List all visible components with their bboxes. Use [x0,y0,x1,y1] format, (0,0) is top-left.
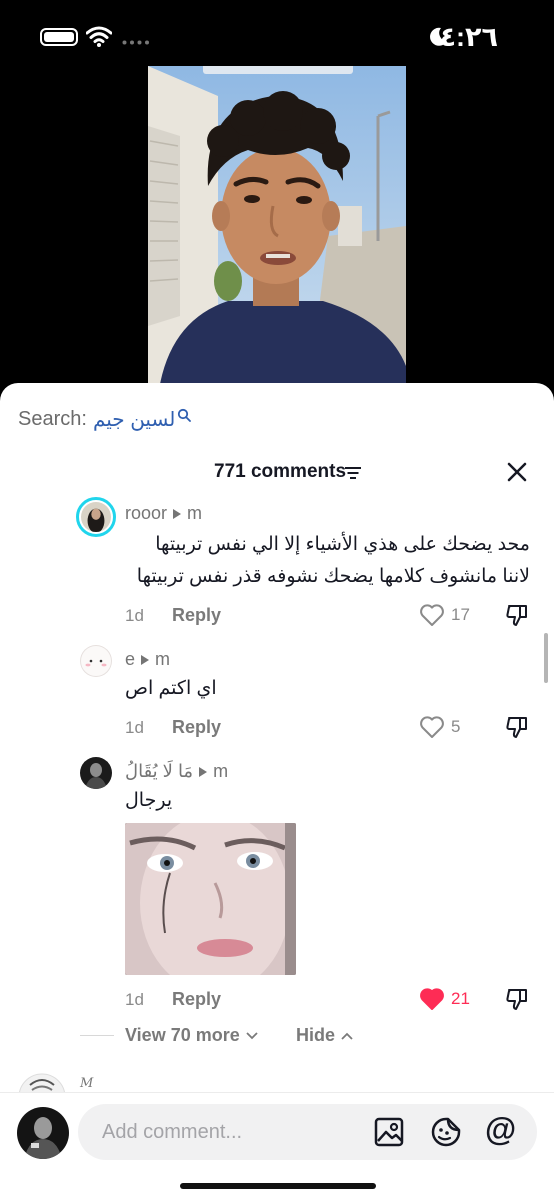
search-term-link[interactable]: لسين جيم [93,407,175,432]
comments-sheet: Search: لسين جيم 771 comments rooor m مح… [0,383,554,1200]
chevron-up-icon [341,1032,353,1040]
comment-count: 771 comments [214,461,347,482]
comment-text: يرجال [125,790,173,811]
dislike-icon[interactable] [505,987,529,1011]
video-player[interactable] [148,66,406,396]
heart-icon [420,988,444,1010]
comment-date: 1d [125,990,144,1009]
username[interactable]: e [125,649,135,670]
reply-arrow-icon [141,654,150,665]
thread-controls: View 70 more Hide [0,1023,554,1049]
heart-icon [420,716,444,738]
reply-button[interactable]: Reply [172,717,221,738]
reply-to-username[interactable]: m [213,761,228,782]
comment-text: محد يضحك على هذي الأشياء إلا الي نفس ترب… [136,534,530,587]
avatar[interactable] [76,497,116,537]
comment-input[interactable] [78,1104,537,1160]
reply-author-line: rooor m [125,503,202,524]
comment-date: 1d [125,606,144,625]
hide-label: Hide [296,1025,336,1045]
filter-icon[interactable] [344,466,362,480]
dislike-icon[interactable] [505,603,529,627]
status-bar: ٤:٢٦ [0,0,554,66]
my-avatar[interactable] [17,1107,69,1159]
chevron-down-icon [246,1031,258,1039]
wifi-icon [86,26,112,47]
search-suggestion[interactable]: Search: لسين جيم [18,407,192,432]
video-frame [148,66,406,396]
like-count: 17 [451,605,470,624]
like-count: 5 [451,717,461,736]
next-comment-username: M [80,1076,94,1091]
dislike-icon[interactable] [505,715,529,739]
reply-author-line: مَا لَا يُقَالُ m [125,761,228,782]
hide-replies-button[interactable]: Hide [296,1025,353,1046]
reply-to-username[interactable]: m [155,649,170,670]
scrollbar[interactable] [544,633,548,683]
view-more-label: View 70 more [125,1025,240,1045]
search-label: Search: [18,407,87,430]
like-count: 21 [451,989,470,1008]
comment-date: 1d [125,718,144,737]
comment-text: اي اكتم اص [125,678,217,699]
avatar[interactable] [80,645,112,677]
comment-image[interactable] [125,823,296,975]
reply-author-line: e m [125,649,170,670]
username[interactable]: مَا لَا يُقَالُ [125,761,193,782]
like-button[interactable]: 21 [419,987,470,1011]
like-button[interactable]: 5 [419,715,460,739]
username[interactable]: rooor [125,503,167,524]
heart-icon [420,604,444,626]
comments-header: 771 comments [0,459,554,485]
close-icon[interactable] [504,459,530,485]
signal-dots-icon [122,40,149,45]
reply-arrow-icon [173,508,182,519]
comment-composer: @ [0,1092,554,1200]
reply-meta: 1d Reply 5 [125,715,532,741]
mention-icon[interactable]: @ [485,1111,516,1147]
reply-to-username[interactable]: m [187,503,202,524]
reply-button[interactable]: Reply [172,989,221,1010]
divider [80,1035,114,1036]
search-icon [178,408,192,422]
emoji-sticker-icon[interactable] [431,1117,461,1147]
view-more-replies-button[interactable]: View 70 more [125,1025,258,1046]
status-time: ٤:٢٦ [439,22,498,52]
reply-meta: 1d Reply 17 [125,603,532,629]
like-button[interactable]: 17 [419,603,470,627]
avatar[interactable] [80,757,112,789]
reply-arrow-icon [199,766,208,777]
reply-button[interactable]: Reply [172,605,221,626]
home-indicator [180,1183,376,1189]
reply-meta: 1d Reply 21 [125,987,532,1013]
battery-icon [40,28,78,46]
image-icon[interactable] [374,1117,404,1147]
